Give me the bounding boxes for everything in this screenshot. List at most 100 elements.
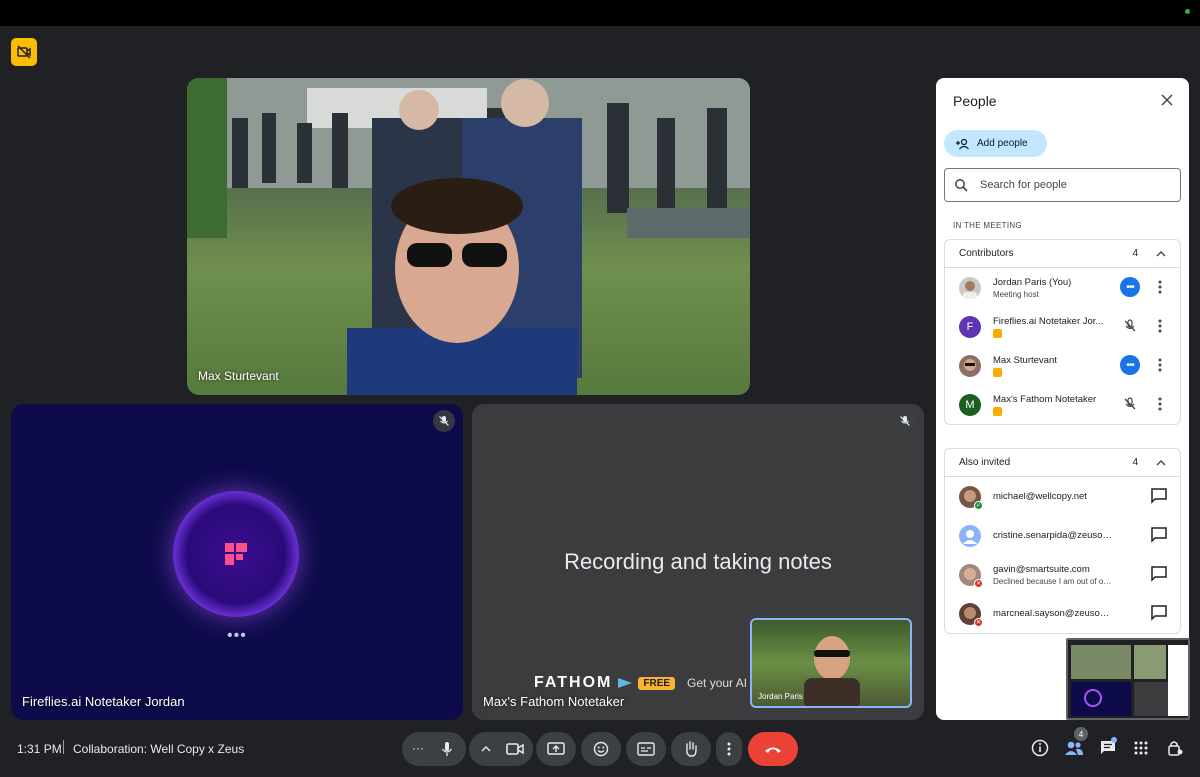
present-screen-button[interactable] [536,732,576,766]
reactions-button[interactable] [581,732,621,766]
avatar: M [959,393,981,416]
invitee-name: marcneal.sayson@zeusos.co [993,608,1113,619]
video-tile-main[interactable]: Max Sturtevant [187,78,750,395]
captions-icon [637,742,655,756]
free-tag: FREE [638,676,676,690]
meeting-title: Collaboration: Well Copy x Zeus [73,742,245,756]
participant-video [187,78,750,395]
invitee-row[interactable]: ✕ gavin@smartsuite.com Declined because … [945,555,1180,594]
more-options-button[interactable] [1152,356,1168,374]
more-vert-icon [1158,280,1162,294]
status-dot [1185,9,1190,14]
panel-title: People [953,93,997,109]
close-icon [1161,94,1173,106]
avatar: ✕ [959,602,983,627]
declined-icon: ✕ [974,578,983,588]
chevron-up-icon[interactable] [481,746,491,752]
present-screen-icon [547,742,565,755]
chat-icon[interactable] [1150,604,1168,622]
more-vert-icon [1158,358,1162,372]
video-tile-fireflies[interactable]: ••• Fireflies.ai Notetaker Jordan [11,404,463,720]
contributors-header[interactable]: Contributors 4 [945,240,1180,268]
invitee-row[interactable]: ✓ michael@wellcopy.net [945,477,1180,516]
avatar: ✓ [959,485,983,510]
invited-group: Also invited 4 ✓ michael@wellcopy.net cr… [944,448,1181,634]
self-name: Jordan Paris [758,692,803,701]
more-options-button[interactable] [716,732,742,766]
invitee-name: gavin@smartsuite.com [993,563,1090,575]
chat-icon[interactable] [1150,526,1168,544]
companion-badge-icon [993,328,1002,338]
captions-off-button[interactable] [11,38,37,66]
group-count: 4 [1132,248,1138,259]
avatar: F [959,315,981,338]
section-label: IN THE MEETING [953,221,1022,230]
raise-hand-button[interactable] [671,732,711,766]
invitee-row[interactable]: ✕ marcneal.sayson@zeusos.co [945,594,1180,633]
camera-group [469,732,533,766]
group-label: Contributors [959,248,1014,259]
participant-name: Max Sturtevant [198,369,279,383]
avatar [959,524,981,547]
person-icon [963,529,977,544]
participant-name: Max's Fathom Notetaker [993,393,1097,405]
captions-button[interactable] [626,732,666,766]
participant-row[interactable]: Max Sturtevant ••• [945,346,1180,385]
chevron-up-icon[interactable] [1156,459,1166,466]
search-icon [955,179,968,192]
speaking-indicator: ••• [1120,355,1140,375]
fathom-logo-icon [618,678,633,688]
participant-row[interactable]: F Fireflies.ai Notetaker Jor... [945,307,1180,346]
people-icon [1065,741,1083,755]
chat-icon[interactable] [1150,565,1168,583]
group-label: Also invited [959,457,1011,468]
meeting-details-button[interactable] [1029,737,1051,759]
bottom-toolbar: 1:31 PM Collaboration: Well Copy x Zeus … [0,727,1200,777]
audio-activity-icon: ••• [1120,277,1140,297]
fireflies-avatar-orb [173,491,299,617]
host-controls-button[interactable] [1164,737,1186,759]
participant-row[interactable]: M Max's Fathom Notetaker [945,385,1180,424]
chevron-up-icon[interactable] [1156,250,1166,257]
avatar [959,354,981,377]
video-tile-fathom[interactable]: Recording and taking notes FATHOM FREE G… [472,404,924,720]
fathom-brand: FATHOM [534,674,613,691]
companion-badge-icon [993,406,1002,416]
camera-off-icon [17,45,31,59]
avatar [959,276,981,299]
screen-preview-thumbnail[interactable] [1066,638,1190,720]
emoji-icon [593,741,609,757]
add-person-icon [956,138,969,149]
more-options-button[interactable] [1152,395,1168,413]
mic-status [1120,316,1140,336]
contributors-group: Contributors 4 Jordan Paris (You) Meetin… [944,239,1181,425]
more-options-button[interactable] [1152,317,1168,335]
mic-off-indicator [894,410,916,432]
fathom-banner: FATHOM FREE Get your AI Note [534,674,776,692]
more-options-button[interactable] [1152,278,1168,296]
more-vert-icon [1158,397,1162,411]
self-view[interactable]: Jordan Paris [750,618,912,708]
activities-button[interactable] [1130,737,1152,759]
invited-header[interactable]: Also invited 4 [945,449,1180,477]
info-icon [1031,739,1049,757]
fireflies-logo-icon [225,543,247,565]
chat-icon[interactable] [1150,487,1168,505]
end-call-icon [765,747,781,753]
participant-name: Jordan Paris (You) [993,276,1072,288]
mic-off-icon [1124,397,1136,410]
invitee-name: cristine.senarpida@zeusos.co [993,530,1113,541]
close-panel-button[interactable] [1161,93,1173,111]
microphone-icon[interactable] [440,741,454,757]
invitee-row[interactable]: cristine.senarpida@zeusos.co [945,516,1180,555]
people-search-field[interactable] [944,168,1181,202]
audio-options-button[interactable]: ··· [412,741,424,755]
add-people-button[interactable]: Add people [944,130,1047,157]
leave-call-button[interactable] [748,732,798,766]
participant-row[interactable]: Jordan Paris (You) Meeting host ••• [945,268,1180,307]
search-input[interactable] [980,179,1160,191]
mic-status [1120,394,1140,414]
video-camera-icon[interactable] [506,742,524,756]
accepted-icon: ✓ [974,500,983,510]
recording-status-text: Recording and taking notes [564,549,832,574]
